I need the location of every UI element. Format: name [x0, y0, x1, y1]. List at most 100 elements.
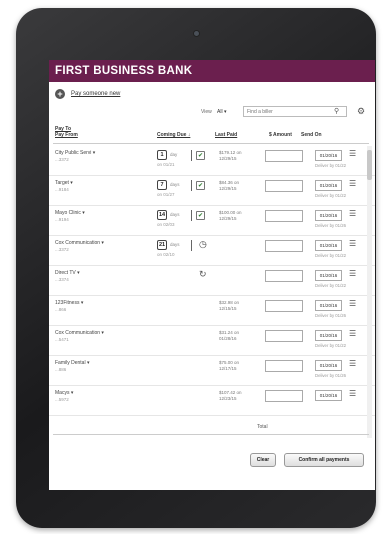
- col-coming-due[interactable]: Coming Due ↓: [157, 132, 190, 138]
- gear-icon[interactable]: ⚙: [357, 106, 365, 117]
- plus-icon: +: [55, 89, 65, 99]
- last-paid-info: $31.24 on 01/28/16: [219, 330, 240, 341]
- separator: [191, 240, 192, 251]
- menu-icon[interactable]: ☰: [349, 359, 356, 368]
- amount-input[interactable]: [265, 390, 303, 402]
- amount-input[interactable]: [265, 150, 303, 162]
- send-on-date[interactable]: 01/20/16: [315, 390, 342, 401]
- payee-account: ...5471: [55, 337, 69, 342]
- last-paid-info: $84.36 on 12/29/15: [219, 180, 240, 191]
- find-biller-input[interactable]: [243, 106, 347, 117]
- payee-account: ...5972: [55, 397, 69, 402]
- col-send-on: Send On: [301, 132, 322, 138]
- payee-name[interactable]: Cox Communication ▾: [55, 240, 104, 246]
- days-unit-label: days: [170, 182, 180, 187]
- payee-name[interactable]: Family Dental ▾: [55, 360, 89, 366]
- send-on-date[interactable]: 01/20/16: [315, 240, 342, 251]
- deliver-by: Deliver by 01/26: [315, 313, 347, 318]
- days-unit-label: days: [170, 212, 180, 217]
- payee-row: Mayo Clinic ▾ ...9194 14 days on 02/03 ✔ $100.…: [49, 206, 375, 236]
- deliver-by: Deliver by 01/22: [315, 253, 347, 258]
- payee-name[interactable]: Target ▾: [55, 180, 73, 186]
- send-on-date[interactable]: 01/20/16: [315, 330, 342, 341]
- amount-input[interactable]: [265, 270, 303, 282]
- last-paid-info: $32.98 on 12/15/15: [219, 300, 240, 311]
- last-paid-info: $107.42 on 12/23/15: [219, 390, 242, 401]
- payee-account: ...886: [55, 367, 67, 372]
- payee-name[interactable]: Direct TV ▾: [55, 270, 80, 276]
- payee-account: ...3372: [55, 157, 69, 162]
- view-label: View: [201, 109, 212, 115]
- deliver-by: Deliver by 01/22: [315, 193, 347, 198]
- filter-bar: View All ▾ ⚲ ⚙: [49, 106, 375, 118]
- col-amount: $ Amount: [269, 132, 292, 138]
- send-on-date[interactable]: 01/20/16: [315, 150, 342, 161]
- due-date: on 01/21: [157, 162, 175, 167]
- menu-icon[interactable]: ☰: [349, 329, 356, 338]
- amount-input[interactable]: [265, 210, 303, 222]
- menu-icon[interactable]: ☰: [349, 239, 356, 248]
- refresh-icon[interactable]: ↻: [199, 269, 207, 280]
- payee-row: City Public Servi ▾ ...3372 1 day on 01/21 ✔ $…: [49, 146, 375, 176]
- last-paid-info: $75.00 on 12/17/15: [219, 360, 240, 371]
- deliver-by: Deliver by 01/22: [315, 163, 347, 168]
- menu-icon[interactable]: ☰: [349, 299, 356, 308]
- payee-name[interactable]: Cox Communication ▾: [55, 330, 104, 336]
- menu-icon[interactable]: ☰: [349, 389, 356, 398]
- days-unit-label: day: [170, 152, 178, 157]
- payee-account: ...9194: [55, 217, 69, 222]
- payee-row: Cox Communication ▾ ...5471 $31.24 on 01/2…: [49, 326, 375, 356]
- payee-name[interactable]: City Public Servi ▾: [55, 150, 95, 156]
- amount-input[interactable]: [265, 300, 303, 312]
- payee-name[interactable]: Mayo Clinic ▾: [55, 210, 85, 216]
- confirm-all-payments-button[interactable]: Confirm all payments: [284, 453, 364, 467]
- separator: [191, 180, 192, 191]
- payee-row: Macys ▾ ...5972 $107.42 on 12/23/15 01/20/1…: [49, 386, 375, 416]
- view-dropdown[interactable]: All ▾: [217, 109, 226, 115]
- scrollbar[interactable]: [367, 146, 372, 438]
- payee-row: Target ▾ ...9184 7 days on 01/27 ✔ $84.36 on 1…: [49, 176, 375, 206]
- days-until-due: 21: [157, 240, 167, 250]
- due-date: on 02/03: [157, 222, 175, 227]
- pay-someone-new-button[interactable]: + Pay someone new: [55, 88, 120, 100]
- send-on-date[interactable]: 01/20/16: [315, 360, 342, 371]
- send-on-date[interactable]: 01/20/16: [315, 180, 342, 191]
- send-on-date[interactable]: 01/20/16: [315, 270, 342, 281]
- payee-row: Cox Communication ▾ ...3372 21 days on 02/10…: [49, 236, 375, 266]
- amount-input[interactable]: [265, 240, 303, 252]
- amount-input[interactable]: [265, 330, 303, 342]
- scroll-thumb[interactable]: [367, 150, 372, 180]
- app-title-bar: FIRST BUSINESS BANK: [49, 60, 375, 82]
- days-unit-label: days: [170, 242, 180, 247]
- header-divider: [53, 143, 369, 144]
- send-on-date[interactable]: 01/20/16: [315, 300, 342, 311]
- search-icon[interactable]: ⚲: [334, 107, 339, 115]
- app-screen: FIRST BUSINESS BANK + Pay someone new Vi…: [49, 60, 375, 490]
- pay-someone-new-link[interactable]: Pay someone new: [71, 91, 120, 97]
- menu-icon[interactable]: ☰: [349, 179, 356, 188]
- clock-icon[interactable]: ◷: [199, 239, 207, 250]
- ebill-icon[interactable]: ✔: [196, 151, 205, 160]
- send-on-date[interactable]: 01/20/16: [315, 210, 342, 221]
- deliver-by: Deliver by 01/22: [315, 343, 347, 348]
- last-paid-info: $179.12 on 12/29/15: [219, 150, 242, 161]
- amount-input[interactable]: [265, 180, 303, 192]
- col-pay-from[interactable]: Pay From: [55, 132, 78, 138]
- payee-account: ...3372: [55, 247, 69, 252]
- clear-button[interactable]: Clear: [250, 453, 276, 467]
- menu-icon[interactable]: ☰: [349, 269, 356, 278]
- menu-icon[interactable]: ☰: [349, 209, 356, 218]
- tablet-bezel-bottom: [56, 498, 336, 522]
- app-title: FIRST BUSINESS BANK: [55, 65, 193, 77]
- col-last-paid[interactable]: Last Paid: [215, 132, 237, 138]
- payee-account: ...9184: [55, 187, 69, 192]
- ebill-icon[interactable]: ✔: [196, 211, 205, 220]
- payee-name[interactable]: 123Fitness ▾: [55, 300, 83, 306]
- payee-name[interactable]: Macys ▾: [55, 390, 73, 396]
- days-until-due: 1: [157, 150, 167, 160]
- ebill-icon[interactable]: ✔: [196, 181, 205, 190]
- menu-icon[interactable]: ☰: [349, 149, 356, 158]
- due-date: on 02/10: [157, 252, 175, 257]
- amount-input[interactable]: [265, 360, 303, 372]
- deliver-by: Deliver by 01/26: [315, 223, 347, 228]
